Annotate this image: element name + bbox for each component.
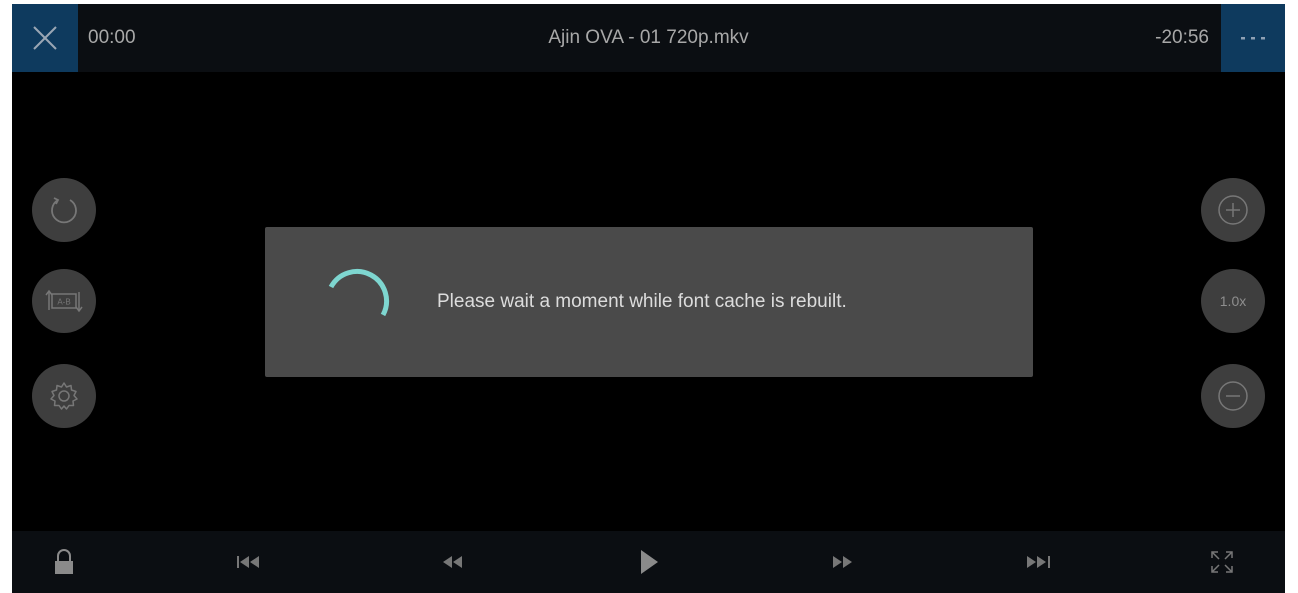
top-bar: 00:00 Ajin OVA - 01 720p.mkv -20:56 [12, 4, 1285, 72]
skip-next-icon [1027, 556, 1050, 568]
zoom-out-button[interactable] [1201, 364, 1265, 428]
play-button[interactable] [619, 531, 679, 593]
video-title: Ajin OVA - 01 720p.mkv [548, 27, 749, 48]
play-icon [641, 550, 658, 574]
fast-forward-icon [833, 556, 852, 568]
playback-speed-button[interactable]: 1.0x [1201, 269, 1265, 333]
font-cache-dialog: Please wait a moment while font cache is… [265, 227, 1033, 377]
zoom-out-icon [1218, 381, 1248, 411]
svg-text:A-B: A-B [57, 298, 70, 307]
ab-repeat-button[interactable]: A-B [32, 269, 96, 333]
zoom-in-icon [1218, 195, 1248, 225]
settings-button[interactable] [32, 364, 96, 428]
remaining-time: -20:56 [1155, 27, 1209, 48]
more-button[interactable] [1221, 4, 1285, 72]
skip-previous-icon [237, 556, 259, 568]
loading-spinner-icon [328, 268, 389, 317]
skip-previous-button[interactable] [220, 531, 280, 593]
zoom-in-button[interactable] [1201, 178, 1265, 242]
fullscreen-icon [1211, 551, 1233, 573]
rotate-icon [51, 197, 77, 224]
rewind-button[interactable] [423, 531, 483, 593]
rotate-button[interactable] [32, 178, 96, 242]
fullscreen-button[interactable] [1192, 531, 1252, 593]
more-icon [1241, 37, 1265, 40]
lock-icon [55, 549, 73, 574]
playback-speed-label: 1.0x [1219, 293, 1247, 309]
skip-next-button[interactable] [1008, 531, 1068, 593]
rewind-icon [443, 556, 462, 568]
gear-icon [50, 382, 78, 410]
ab-repeat-icon: A-B [45, 289, 83, 313]
bottom-bar [12, 531, 1285, 593]
dialog-message: Please wait a moment while font cache is… [437, 291, 847, 312]
video-player[interactable]: 00:00 Ajin OVA - 01 720p.mkv -20:56 A-B [12, 4, 1285, 593]
lock-button[interactable] [34, 531, 94, 593]
fast-forward-button[interactable] [813, 531, 873, 593]
